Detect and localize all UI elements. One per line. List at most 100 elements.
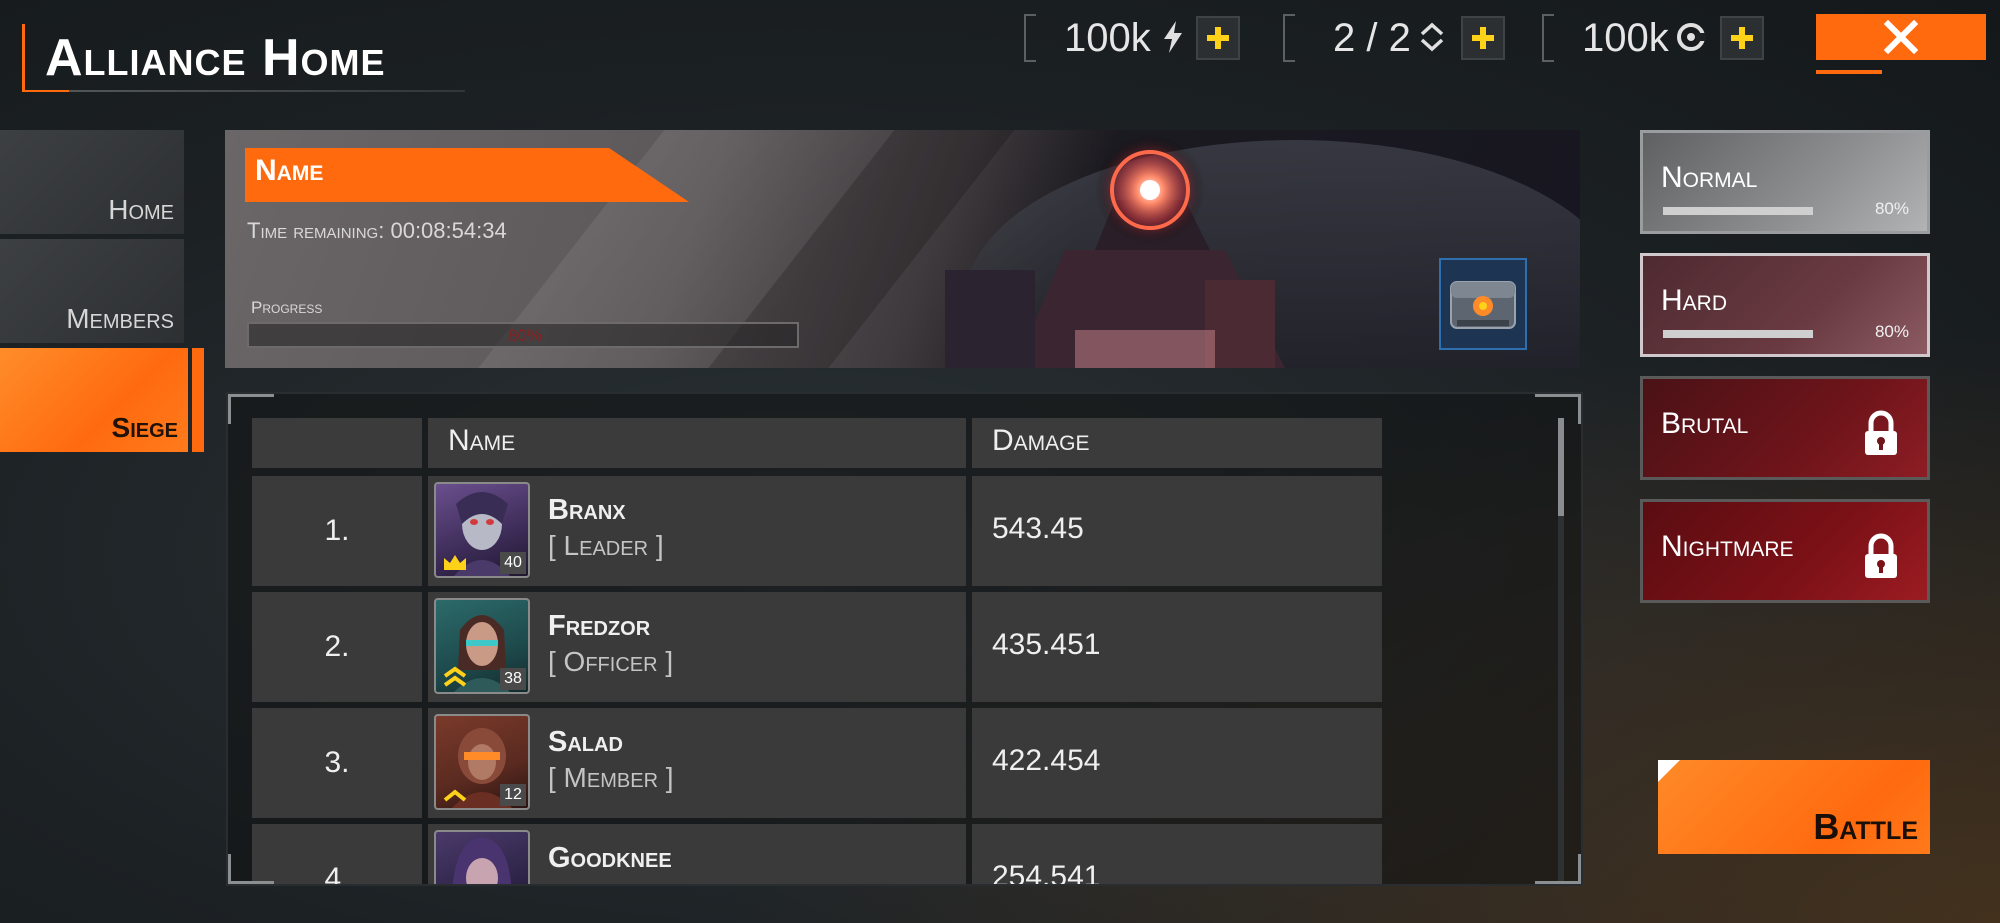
difficulty-nightmare-button[interactable]: Nightmare	[1640, 499, 1930, 603]
difficulty-label: Nightmare	[1661, 530, 1794, 563]
table-row-member[interactable]: 40 Branx [ Leader ]	[428, 476, 966, 586]
rank-column-header	[252, 418, 422, 468]
damage-value: 435.451	[992, 628, 1101, 661]
nav-item-label: Siege	[111, 412, 178, 443]
member-name: Fredzor	[548, 610, 651, 642]
member-name: Goodknee	[548, 842, 672, 874]
lock-icon	[1865, 533, 1897, 578]
rank-chevron-icon	[1420, 22, 1444, 52]
difficulty-label: Brutal	[1661, 407, 1749, 440]
member-role: [ Officer ]	[548, 646, 674, 677]
nav-item-label: Home	[108, 194, 174, 225]
table-row-damage: 543.45	[972, 476, 1382, 586]
rank-plus-button[interactable]	[1461, 16, 1505, 60]
resource-bracket	[1283, 14, 1295, 62]
credit-coin-icon	[1677, 23, 1706, 51]
rank-value: 3.	[324, 746, 350, 779]
energy-value: 100k	[1064, 16, 1151, 60]
nav-item-home[interactable]: Home	[0, 130, 184, 234]
avatar	[434, 830, 530, 884]
difficulty-hard-button[interactable]: Hard 80%	[1640, 253, 1930, 357]
table-row-rank: 1.	[252, 476, 422, 586]
difficulty-label: Hard	[1661, 284, 1728, 317]
damage-value: 422.454	[992, 744, 1101, 777]
siege-name-label: Name	[255, 154, 324, 187]
siege-name-tag: Name	[245, 148, 689, 202]
energy-bolt-icon	[1164, 21, 1182, 53]
battle-button[interactable]: Battle	[1658, 760, 1930, 854]
title-frame: Alliance Home	[22, 24, 465, 92]
damage-table: Name Damage 1. 40 Branx [ Leader ] 543.4…	[226, 392, 1583, 886]
avatar: 38	[434, 598, 530, 694]
rank-resource: 2 / 2	[1283, 14, 1509, 62]
level-badge: 38	[500, 668, 526, 690]
damage-value: 543.45	[992, 512, 1084, 545]
table-row-member[interactable]: 38 Fredzor [ Officer ]	[428, 592, 966, 702]
member-name: Salad	[548, 726, 623, 758]
resource-bracket	[1024, 14, 1036, 62]
nav-active-accent	[192, 348, 204, 452]
table-row-rank: 4.	[252, 824, 422, 886]
progress-bar: 80%	[247, 322, 799, 348]
page-title: Alliance Home	[45, 29, 386, 87]
name-header-label: Name	[448, 424, 516, 457]
difficulty-progress-text: 80%	[1874, 322, 1909, 341]
rank-value: 1.	[324, 514, 350, 547]
close-x-icon	[1884, 20, 1918, 54]
nav-item-members[interactable]: Members	[0, 239, 184, 343]
difficulty-progress-bar	[1663, 330, 1814, 338]
portrait-icon	[452, 838, 512, 884]
member-role: [ Member ]	[548, 762, 674, 793]
nav-item-label: Members	[66, 303, 174, 334]
plus-icon	[1731, 27, 1753, 49]
time-remaining-label: Time remaining:	[247, 218, 385, 243]
plus-icon	[1207, 27, 1229, 49]
double-chevron-icon	[443, 666, 467, 687]
table-row-damage: 254.541	[972, 824, 1382, 886]
damage-value: 254.541	[992, 860, 1101, 886]
level-badge: 40	[500, 552, 526, 574]
battle-label: Battle	[1813, 806, 1918, 847]
rank-value: 2 / 2	[1333, 16, 1411, 60]
difficulty-label: Normal	[1661, 161, 1758, 194]
level-badge: 12	[500, 784, 526, 806]
damage-header-label: Damage	[992, 424, 1090, 457]
rank-value: 2.	[324, 630, 350, 663]
credit-resource: 100k	[1542, 14, 1768, 62]
frame-corner	[1535, 394, 1581, 424]
reward-chest-icon	[1450, 281, 1516, 329]
frame-corner	[228, 394, 274, 424]
table-row-damage: 422.454	[972, 708, 1382, 818]
member-role: [ Leader ]	[548, 530, 664, 561]
table-row-member[interactable]: Goodknee	[428, 824, 966, 884]
table-row-rank: 2.	[252, 592, 422, 702]
time-remaining: Time remaining: 00:08:54:34	[247, 218, 507, 244]
nav-item-siege[interactable]: Siege	[0, 348, 188, 452]
member-name: Branx	[548, 494, 626, 526]
close-button[interactable]	[1816, 14, 1986, 60]
siege-banner: Name Time remaining: 00:08:54:34 Progres…	[225, 130, 1580, 368]
difficulty-progress-bar	[1663, 207, 1814, 215]
plus-icon	[1472, 27, 1494, 49]
time-remaining-value: 00:08:54:34	[390, 218, 507, 243]
progress-text: 80%	[507, 326, 543, 345]
resource-bracket	[1542, 14, 1554, 62]
close-underline	[1816, 70, 1882, 74]
avatar: 12	[434, 714, 530, 810]
energy-plus-button[interactable]	[1196, 16, 1240, 60]
table-row-rank: 3.	[252, 708, 422, 818]
difficulty-normal-button[interactable]: Normal 80%	[1640, 130, 1930, 234]
lock-icon	[1865, 410, 1897, 455]
frame-corner	[228, 854, 274, 884]
credit-plus-button[interactable]	[1720, 16, 1764, 60]
table-row-member[interactable]: 12 Salad [ Member ]	[428, 708, 966, 818]
difficulty-brutal-button[interactable]: Brutal	[1640, 376, 1930, 480]
difficulty-progress-text: 80%	[1874, 199, 1909, 218]
reward-chest-button[interactable]	[1439, 258, 1527, 350]
damage-column-header: Damage	[972, 418, 1382, 468]
single-chevron-icon	[443, 789, 467, 802]
rank-value: 4.	[324, 862, 350, 886]
table-row-damage: 435.451	[972, 592, 1382, 702]
table-scrollbar[interactable]	[1558, 418, 1564, 516]
progress-label: Progress	[251, 298, 323, 317]
